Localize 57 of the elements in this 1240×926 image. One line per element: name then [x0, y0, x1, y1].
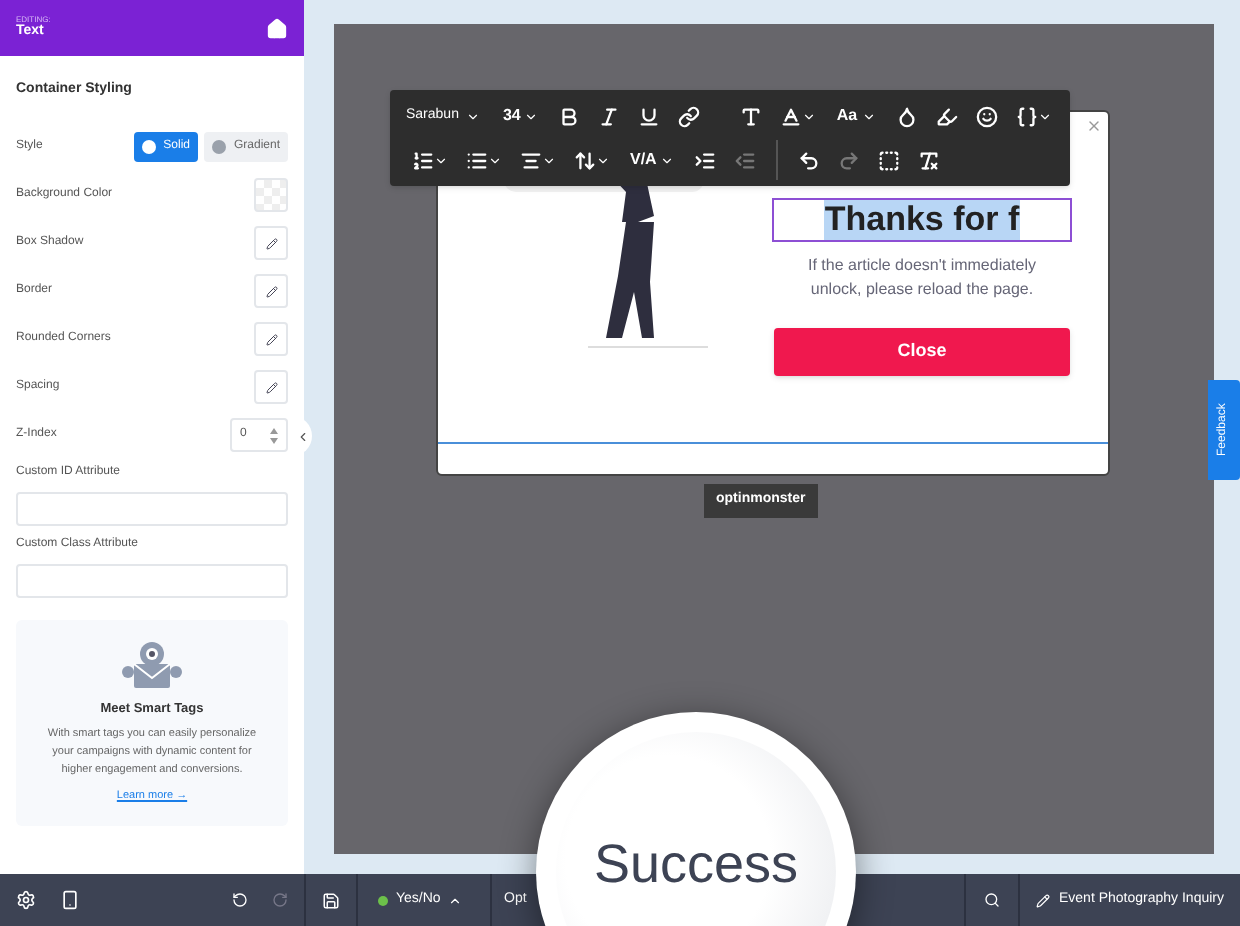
pencil-icon [265, 381, 277, 393]
popup-heading[interactable]: Thanks for f [824, 200, 1020, 240]
save-icon[interactable] [322, 891, 340, 909]
caret-icon [660, 153, 675, 167]
caret-icon [448, 893, 463, 907]
pencil-icon [265, 285, 277, 297]
pencil-icon [265, 333, 277, 345]
caret-icon [524, 109, 539, 123]
search-icon[interactable] [983, 892, 999, 908]
text-case-button[interactable]: Aa [828, 104, 884, 128]
pencil-icon [1035, 893, 1049, 907]
bold-icon [558, 105, 581, 127]
stepper-arrows-icon[interactable] [270, 427, 278, 443]
caret-icon [542, 153, 556, 167]
clear-format-icon [918, 149, 941, 171]
magnified-text: Success [593, 832, 799, 898]
outdent-icon [734, 149, 757, 171]
caret-icon [466, 109, 481, 123]
caret-icon [434, 153, 448, 167]
indent-icon [694, 149, 717, 171]
input-field[interactable] [16, 491, 288, 525]
caret-icon [1037, 109, 1052, 123]
line-height-icon [574, 149, 596, 171]
caret-icon [488, 153, 502, 167]
text-color-icon [895, 105, 918, 127]
bullet-list-icon [466, 149, 488, 171]
input-field[interactable] [16, 563, 288, 597]
undo-icon[interactable] [232, 892, 248, 908]
home-icon[interactable] [266, 17, 288, 39]
highlighter-icon [935, 105, 958, 127]
redo-icon [838, 149, 861, 171]
heading-text-box[interactable]: Thanks for f [772, 198, 1072, 242]
letter-spacing-button[interactable]: V/A [622, 148, 683, 172]
pencil-icon [265, 237, 277, 249]
mobile-icon[interactable] [60, 890, 80, 910]
close-icon[interactable] [1086, 118, 1102, 134]
caret-icon [596, 153, 610, 167]
settings-icon[interactable] [16, 890, 36, 910]
link-icon [678, 105, 701, 127]
color-swatch[interactable] [254, 178, 288, 212]
select-all-icon [878, 149, 901, 171]
braces-icon [1015, 105, 1038, 127]
italic-icon [598, 105, 621, 127]
text-size-icon [740, 105, 763, 127]
chevron-left-icon [295, 429, 309, 443]
emoji-icon [975, 105, 998, 127]
align-icon [520, 149, 542, 171]
caret-icon [802, 109, 817, 123]
robot-mascot-icon [118, 639, 186, 691]
undo-icon [798, 149, 821, 171]
caret-icon [861, 109, 876, 123]
ordered-list-icon [412, 149, 434, 171]
text-style-icon [780, 105, 803, 127]
font-size-select[interactable]: 34 [494, 104, 547, 128]
popup-message: If the article doesn't immediately unlock, please reload the page. [805, 254, 1039, 302]
underline-icon [638, 105, 661, 127]
close-button[interactable]: Close [774, 328, 1070, 376]
